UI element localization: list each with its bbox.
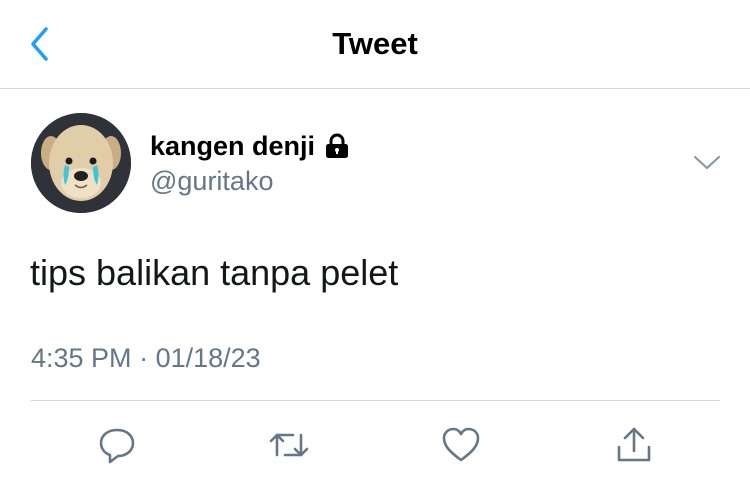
retweet-icon xyxy=(269,433,309,457)
top-bar: Tweet xyxy=(0,0,750,89)
reply-icon xyxy=(99,428,135,464)
like-icon xyxy=(442,427,480,462)
tweet-date: 01/18/23 xyxy=(155,343,261,373)
tweet-actions xyxy=(0,420,750,470)
author-row: kangen denji xyxy=(150,128,351,164)
timestamp-separator: · xyxy=(139,343,149,373)
share-button[interactable] xyxy=(611,422,657,468)
tweet-text: tips balikan tanpa pelet xyxy=(30,252,399,293)
chevron-down-icon xyxy=(693,155,721,170)
reply-button[interactable] xyxy=(94,422,140,468)
avatar[interactable] xyxy=(31,113,131,213)
share-icon xyxy=(617,427,651,462)
user-handle[interactable]: @guritako xyxy=(150,166,273,197)
tweet-time: 4:35 PM xyxy=(31,343,132,373)
lock-icon xyxy=(323,133,351,159)
display-name[interactable]: kangen denji xyxy=(150,131,315,162)
like-button[interactable] xyxy=(438,422,484,468)
crying-puppy-avatar xyxy=(31,113,131,213)
tweet-menu-button[interactable] xyxy=(692,152,722,172)
retweet-button[interactable] xyxy=(266,422,312,468)
divider xyxy=(31,400,720,401)
page-title: Tweet xyxy=(332,26,418,61)
tweet-timestamp: 4:35 PM · 01/18/23 xyxy=(31,343,261,374)
